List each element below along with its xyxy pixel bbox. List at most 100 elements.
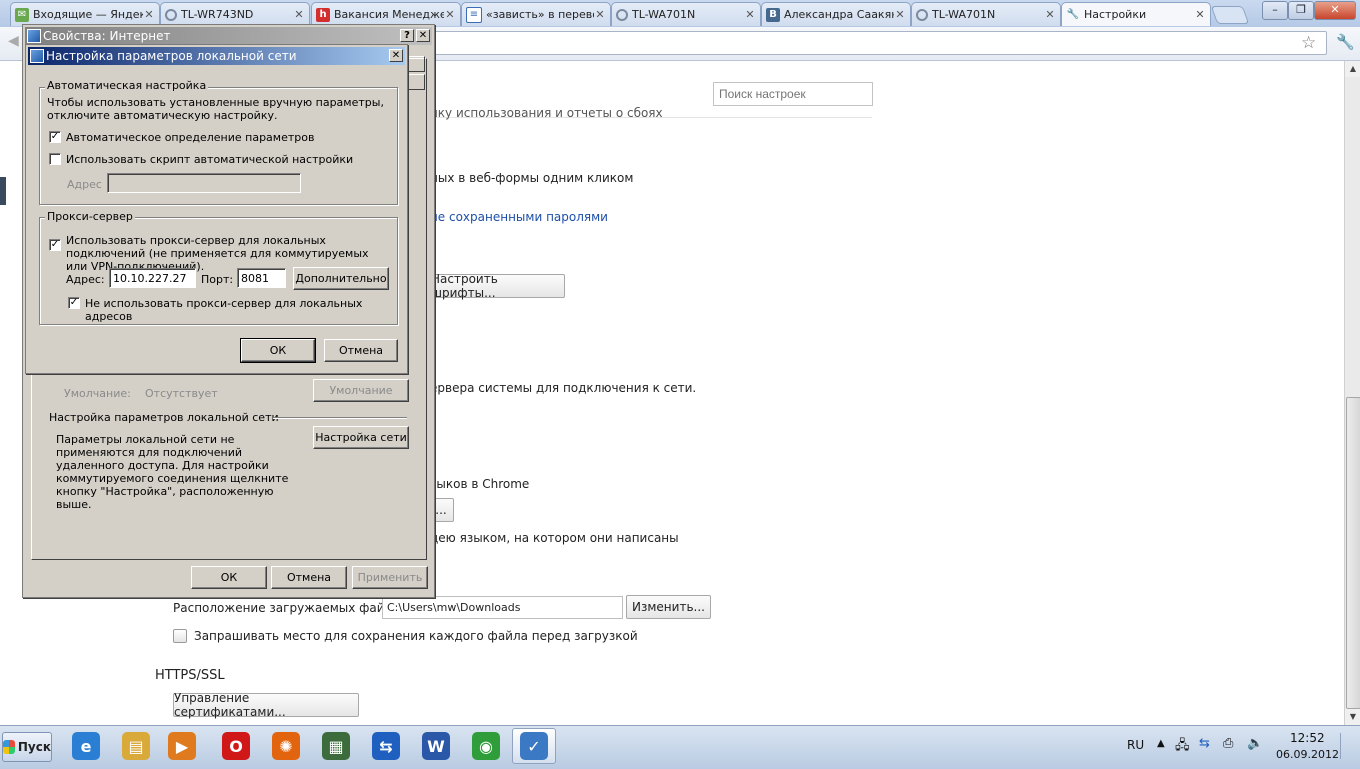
help-icon[interactable]: ? <box>400 29 414 42</box>
close-icon[interactable]: ✕ <box>1194 8 1206 21</box>
lan-settings-titlebar: Настройка параметров локальной сети ✕ <box>28 47 405 65</box>
dialog-title: Свойства: Интернет <box>43 29 171 43</box>
close-icon[interactable]: ✕ <box>389 49 403 62</box>
set-default-button[interactable]: Умолчание <box>313 379 409 402</box>
script-address-field[interactable] <box>107 173 301 193</box>
proxy-group-title: Прокси-сервер <box>45 210 135 223</box>
taskbar-app-button[interactable]: ▤ <box>114 728 158 764</box>
scroll-thumb[interactable] <box>1346 397 1360 709</box>
proxy-address-field[interactable]: 10.10.227.27 <box>109 268 196 288</box>
clock-date[interactable]: 06.09.2012 <box>1276 748 1339 761</box>
folder-icon: ▤ <box>122 732 150 760</box>
ask-location-checkbox[interactable] <box>173 629 187 643</box>
start-button[interactable]: Пуск <box>2 732 52 762</box>
tab-label: Вакансия Менеджер <box>334 8 444 21</box>
hh-icon: h <box>316 7 330 22</box>
taskbar-app-button[interactable]: ✓ <box>512 728 556 764</box>
usage-text: ику использования и отчеты о сбоях <box>430 106 663 120</box>
volume-icon[interactable]: 🔈 <box>1247 736 1263 751</box>
download-path-field[interactable]: C:\Users\mw\Downloads <box>382 596 623 619</box>
close-icon[interactable]: ✕ <box>744 8 756 21</box>
printer-icon[interactable]: ⎙ <box>1223 736 1233 751</box>
advanced-button[interactable]: Дополнительно <box>293 267 389 290</box>
auto-script-label: Использовать скрипт автоматической настр… <box>66 153 354 166</box>
taskbar-app-button[interactable]: ▶ <box>160 728 204 764</box>
auto-detect-checkbox[interactable]: ✓ <box>49 131 61 143</box>
close-icon[interactable]: ✕ <box>1044 8 1056 21</box>
show-desktop-button[interactable] <box>1340 733 1355 759</box>
auto-script-checkbox[interactable] <box>49 153 61 165</box>
manage-certificates-button[interactable]: Управление сертификатами... <box>173 691 359 719</box>
internet-options-icon <box>30 49 44 63</box>
proxy-port-field[interactable]: 8081 <box>237 268 286 288</box>
tab-settings[interactable]: 🔧 Настройки ✕ <box>1061 2 1211 26</box>
wrench-menu-icon[interactable]: 🔧 <box>1336 33 1355 51</box>
taskbar-app-button[interactable]: ⇆ <box>364 728 408 764</box>
network-icon[interactable]: 🖧 <box>1175 736 1190 758</box>
page-scrollbar[interactable]: ▲ ▼ <box>1344 61 1360 725</box>
taskbar-app-button[interactable]: O <box>214 728 258 764</box>
change-download-button[interactable]: Изменить... <box>626 595 711 619</box>
tab-router[interactable]: TL-WR743ND ✕ <box>160 2 310 26</box>
tab-ap-2[interactable]: TL-WA701N ✕ <box>911 2 1061 26</box>
ok-button[interactable]: ОК <box>240 338 316 363</box>
language-indicator[interactable]: RU <box>1127 738 1144 752</box>
minimize-button[interactable]: – <box>1262 1 1288 20</box>
bookmark-star-icon[interactable]: ☆ <box>1301 33 1316 53</box>
ask-location-label: Запрашивать место для сохранения каждого… <box>194 629 638 643</box>
internet-properties-titlebar: Свойства: Интернет ? ✕ <box>25 27 432 45</box>
cancel-button[interactable]: Отмена <box>324 339 398 362</box>
new-tab-button[interactable] <box>1210 6 1250 24</box>
start-label: Пуск <box>17 740 51 754</box>
tab-mail[interactable]: ✉ Входящие — Яндекс ✕ <box>10 2 160 26</box>
auto-detect-label: Автоматическое определение параметров <box>66 131 315 144</box>
close-icon[interactable]: ✕ <box>894 8 906 21</box>
https-section-title: HTTPS/SSL <box>155 668 225 683</box>
customize-fonts-button[interactable]: Настроить шрифты... <box>430 272 565 300</box>
tab-vacancy[interactable]: h Вакансия Менеджер ✕ <box>311 2 461 26</box>
maximize-button[interactable]: ❐ <box>1288 1 1314 20</box>
taskbar-app-button[interactable]: ✺ <box>264 728 308 764</box>
firefox-icon: ✺ <box>272 732 300 760</box>
scroll-down-icon[interactable]: ▼ <box>1345 709 1360 725</box>
close-icon[interactable]: ✕ <box>594 8 606 21</box>
back-icon[interactable]: ◀ <box>8 33 19 49</box>
lan-description: Параметры локальной сети не применяются … <box>56 433 289 511</box>
teamviewer-icon: ⇆ <box>372 732 400 760</box>
close-icon[interactable]: ✕ <box>293 8 305 21</box>
tab-label: Настройки <box>1084 8 1147 21</box>
taskbar-app-button[interactable]: e <box>64 728 108 764</box>
close-icon[interactable]: ✕ <box>416 29 430 42</box>
close-icon[interactable]: ✕ <box>444 8 456 21</box>
lan-section-title: Настройка параметров локальной сети <box>49 411 279 424</box>
show-hidden-icons[interactable]: ▲ <box>1157 738 1165 749</box>
clock-time[interactable]: 12:52 <box>1290 731 1325 745</box>
tab-ap-1[interactable]: TL-WA701N ✕ <box>611 2 761 26</box>
cancel-button[interactable]: Отмена <box>271 566 347 589</box>
lan-settings-dialog: Настройка параметров локальной сети ✕ Ав… <box>25 44 408 374</box>
use-proxy-checkbox[interactable]: ✓ <box>49 239 61 251</box>
download-location-label: Расположение загружаемых файлов: <box>173 601 411 615</box>
apply-button[interactable]: Применить <box>352 566 428 589</box>
languages-text: зыков в Chrome <box>430 477 530 491</box>
tab-stub <box>405 74 425 90</box>
manage-passwords-link[interactable]: ие сохраненными паролями <box>430 210 608 224</box>
bypass-local-checkbox[interactable]: ✓ <box>68 297 80 309</box>
close-icon[interactable]: ✕ <box>143 8 155 21</box>
tab-translation[interactable]: ≡ «зависть» в перево ✕ <box>461 2 611 26</box>
section-divider <box>273 417 407 418</box>
address-bar[interactable] <box>430 31 1327 55</box>
taskbar-app-button[interactable]: ◉ <box>464 728 508 764</box>
teamviewer-tray-icon[interactable]: ⇆ <box>1199 736 1210 751</box>
tab-label: TL-WR743ND <box>181 8 254 21</box>
ok-button[interactable]: ОК <box>191 566 267 589</box>
scroll-up-icon[interactable]: ▲ <box>1345 61 1360 77</box>
lan-settings-button[interactable]: Настройка сети <box>313 426 409 449</box>
vk-icon: В <box>766 7 780 22</box>
taskbar-app-button[interactable]: ▦ <box>314 728 358 764</box>
taskbar-app-button[interactable]: W <box>414 728 458 764</box>
window-close-button[interactable]: ✕ <box>1314 1 1356 20</box>
tab-vk[interactable]: В Александра Саакян ✕ <box>761 2 911 26</box>
proxy-text: ервера системы для подключения к сети. <box>430 381 697 395</box>
settings-search-input[interactable] <box>713 82 873 106</box>
